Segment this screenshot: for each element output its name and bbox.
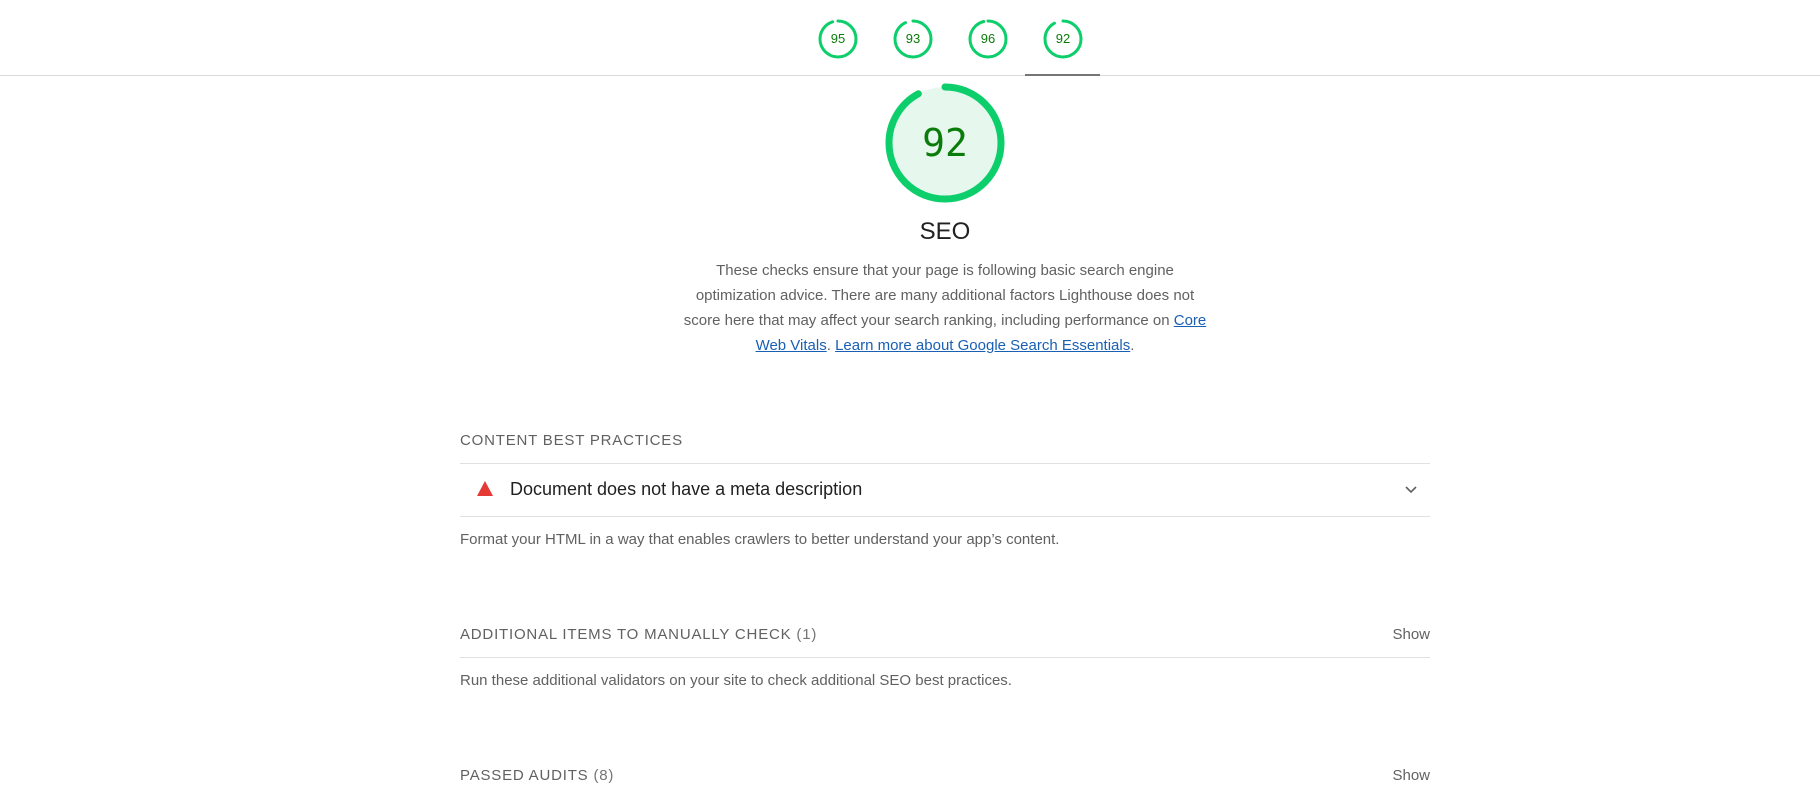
description-suffix: .	[1130, 337, 1135, 354]
group-title-text: PASSED AUDITS	[460, 767, 589, 784]
group-title-content: CONTENT BEST PRACTICES	[460, 432, 683, 449]
fail-triangle-icon	[477, 481, 493, 496]
category-title: SEO	[919, 218, 971, 245]
group-count: (8)	[593, 767, 615, 784]
group-title-manual: ADDITIONAL ITEMS TO MANUALLY CHECK (1)	[460, 626, 817, 643]
active-tab-underline	[1025, 74, 1100, 76]
separator-text: .	[826, 337, 836, 354]
gauge-score: 93	[905, 31, 921, 46]
group-description-manual: Run these additional validators on your …	[460, 672, 1012, 689]
show-manual-button[interactable]: Show	[1392, 626, 1430, 643]
audit-title: Document does not have a meta descriptio…	[510, 479, 863, 499]
gauge-accessibility[interactable]: 93	[875, 0, 950, 75]
gauge-score: 96	[980, 31, 996, 46]
group-count: (1)	[796, 626, 818, 643]
divider	[460, 657, 1430, 658]
gauge-score: 95	[830, 31, 846, 46]
gauge-best-practices[interactable]: 96	[950, 0, 1025, 75]
score-header-bar: 95 93 96 92	[0, 0, 1820, 76]
divider	[460, 516, 1430, 517]
group-description-content: Format your HTML in a way that enables c…	[460, 531, 1060, 548]
group-title-passed: PASSED AUDITS (8)	[460, 767, 614, 784]
description-text: These checks ensure that your page is fo…	[683, 262, 1195, 329]
category-description: These checks ensure that your page is fo…	[680, 258, 1210, 358]
category-gauges: 95 93 96 92	[800, 0, 1100, 76]
gauge-seo[interactable]: 92	[1025, 0, 1100, 76]
category-score: 92	[922, 121, 968, 165]
group-title-text: ADDITIONAL ITEMS TO MANUALLY CHECK	[460, 626, 792, 643]
show-passed-button[interactable]: Show	[1392, 767, 1430, 784]
category-score-gauge: 92	[881, 79, 1009, 207]
gauge-score: 92	[1055, 31, 1071, 46]
chevron-down-icon[interactable]	[1404, 483, 1418, 497]
gauge-performance[interactable]: 95	[800, 0, 875, 75]
search-essentials-link[interactable]: Learn more about Google Search Essential…	[835, 337, 1130, 354]
audit-meta-description[interactable]: Document does not have a meta descriptio…	[460, 464, 1430, 516]
